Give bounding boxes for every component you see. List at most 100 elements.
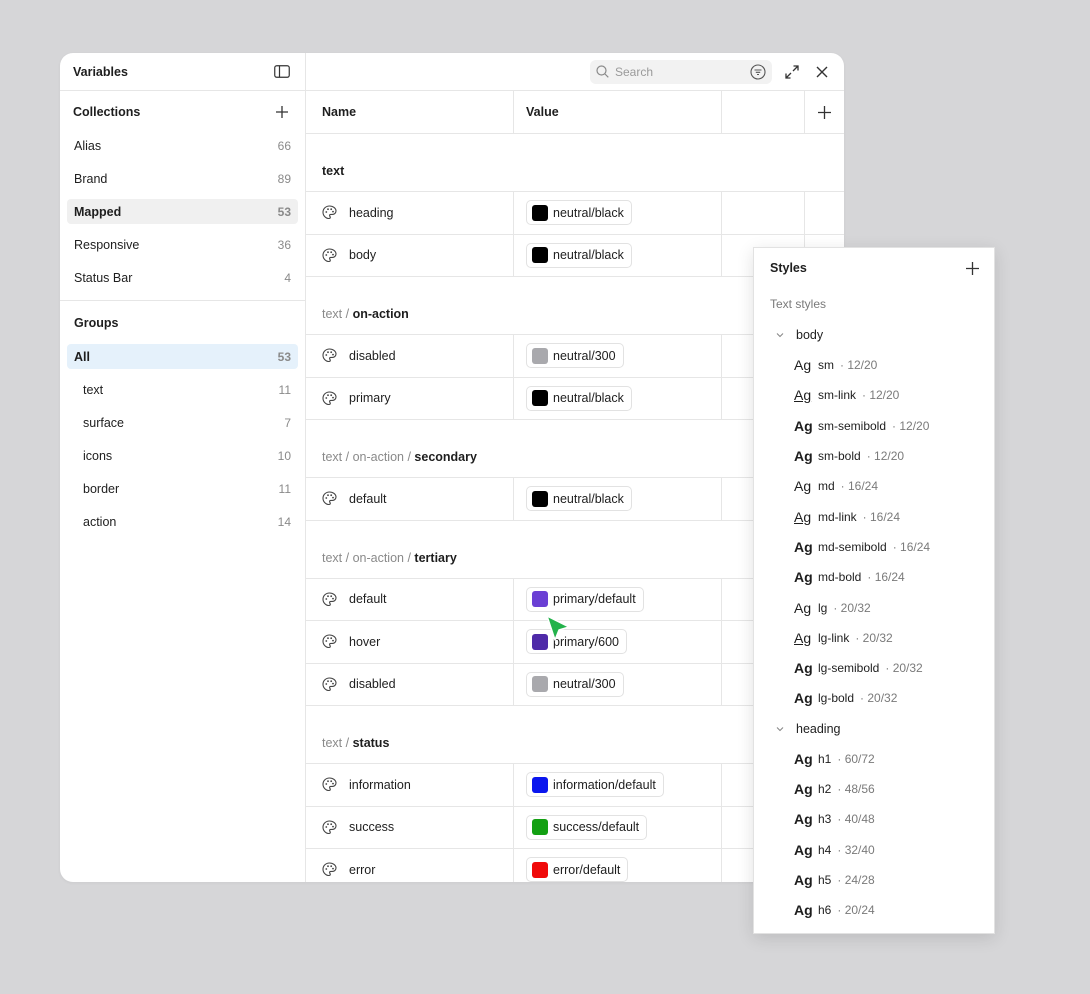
expand-icon[interactable]: [782, 62, 802, 82]
plus-icon: [818, 105, 831, 119]
text-style-preview: Ag: [794, 690, 813, 707]
variable-name-cell: primary: [306, 377, 514, 419]
palette-icon: [322, 677, 337, 692]
collection-item[interactable]: Brand 89: [67, 166, 298, 191]
text-style-item[interactable]: Ag sm-semibold · 12/20: [754, 411, 994, 441]
text-style-item[interactable]: Ag h5 · 24/28: [754, 865, 994, 895]
collection-item[interactable]: Alias 66: [67, 133, 298, 158]
group-item[interactable]: border 11: [67, 476, 298, 501]
text-style-name: sm: [818, 358, 834, 373]
group-count: 14: [277, 514, 291, 529]
variable-name: disabled: [349, 348, 396, 363]
group-item[interactable]: All 53: [67, 344, 298, 369]
variable-name: hover: [349, 634, 381, 649]
text-style-item[interactable]: Ag lg-bold · 20/32: [754, 683, 994, 713]
collection-label: Mapped: [74, 204, 122, 219]
group-name: secondary: [414, 450, 477, 464]
add-collection-icon[interactable]: [272, 102, 292, 122]
close-icon[interactable]: [812, 62, 832, 82]
group-count: 11: [278, 481, 291, 496]
value-chip[interactable]: information/default: [526, 772, 664, 798]
value-chip[interactable]: neutral/black: [526, 385, 632, 411]
value-chip[interactable]: error/default: [526, 857, 629, 882]
group-count: 53: [277, 349, 291, 364]
group-item[interactable]: surface 7: [67, 410, 298, 435]
color-swatch: [532, 591, 548, 608]
search-input[interactable]: Search: [590, 59, 772, 84]
text-style-preview: Ag: [794, 871, 813, 888]
table-row[interactable]: heading neutral/black: [306, 192, 844, 235]
color-swatch: [532, 776, 548, 793]
groups-list: All 53 text 11 surface 7 icons 10 border 11 action…: [60, 344, 305, 534]
variable-value-cell: success/default: [514, 806, 722, 848]
text-style-item[interactable]: Ag lg-semibold · 20/32: [754, 653, 994, 683]
variable-value-cell: neutral/black: [514, 377, 722, 419]
color-swatch: [532, 490, 548, 507]
variable-name-cell: default: [306, 478, 514, 520]
text-style-size: · 24/28: [837, 872, 875, 887]
variable-name: body: [349, 248, 377, 263]
value-chip[interactable]: neutral/black: [526, 486, 632, 512]
text-style-item[interactable]: Ag h2 · 48/56: [754, 774, 994, 804]
text-style-item[interactable]: Ag md-bold · 16/24: [754, 562, 994, 592]
text-style-item[interactable]: Ag sm-bold · 12/20: [754, 441, 994, 471]
variable-value-cell: neutral/300: [514, 335, 722, 377]
sidebar-header: Variables: [60, 53, 305, 91]
text-style-name: h6: [818, 903, 832, 918]
style-group-header[interactable]: body: [754, 320, 994, 350]
value-chip[interactable]: neutral/black: [526, 242, 632, 268]
styles-header: Styles: [754, 248, 994, 288]
text-style-item[interactable]: Ag md-link · 16/24: [754, 501, 994, 531]
text-style-item[interactable]: Ag h3 · 40/48: [754, 804, 994, 834]
add-column-button[interactable]: [805, 91, 844, 133]
text-style-size: · 20/32: [833, 600, 871, 615]
palette-icon: [322, 391, 337, 406]
add-style-icon[interactable]: [962, 258, 982, 278]
styles-subtitle: Text styles: [770, 297, 827, 311]
text-style-item[interactable]: Ag h4 · 32/40: [754, 834, 994, 864]
text-style-item[interactable]: Ag sm · 12/20: [754, 350, 994, 380]
text-style-item[interactable]: Ag lg-link · 20/32: [754, 623, 994, 653]
text-style-item[interactable]: Ag sm-link · 12/20: [754, 380, 994, 410]
text-style-preview: Ag: [794, 629, 812, 646]
variable-name-cell: hover: [306, 621, 514, 663]
text-style-size: · 16/24: [892, 539, 931, 554]
group-item[interactable]: icons 10: [67, 443, 298, 468]
value-chip[interactable]: success/default: [526, 814, 648, 840]
text-style-item[interactable]: Ag md · 16/24: [754, 471, 994, 501]
text-style-item[interactable]: Ag md-semibold · 16/24: [754, 532, 994, 562]
text-style-item[interactable]: Ag h6 · 20/24: [754, 895, 994, 925]
collection-item[interactable]: Mapped 53: [67, 199, 298, 224]
text-style-size: · 48/56: [837, 782, 875, 796]
filter-icon[interactable]: [750, 63, 766, 80]
group-path-separator: /: [342, 736, 353, 750]
value-chip[interactable]: neutral/black: [526, 200, 632, 226]
text-style-preview: Ag: [794, 538, 813, 555]
group-name: tertiary: [414, 550, 457, 565]
text-style-item[interactable]: Ag lg · 20/32: [754, 592, 994, 622]
value-chip[interactable]: neutral/300: [526, 343, 624, 369]
group-item[interactable]: action 14: [67, 509, 298, 534]
value-label: information/default: [553, 777, 656, 792]
variable-name: success: [349, 820, 395, 835]
group-path-separator: /: [342, 307, 353, 321]
variable-name: disabled: [349, 677, 396, 692]
value-chip[interactable]: neutral/300: [526, 671, 624, 697]
variable-name: error: [349, 862, 376, 877]
collection-item[interactable]: Responsive 36: [67, 232, 298, 257]
text-style-size: · 12/20: [866, 449, 905, 464]
text-style-size: · 32/40: [837, 842, 875, 857]
group-item[interactable]: text 11: [67, 377, 298, 402]
text-style-preview: Ag: [794, 417, 813, 434]
collection-item[interactable]: Status Bar 4: [67, 265, 298, 290]
value-label: neutral/black: [553, 248, 624, 263]
text-style-name: h4: [818, 842, 832, 857]
value-chip[interactable]: primary/600: [526, 629, 627, 655]
sidebar-toggle-icon[interactable]: [272, 62, 292, 82]
text-style-item[interactable]: Ag h1 · 60/72: [754, 744, 994, 774]
style-group-header[interactable]: heading: [754, 714, 994, 744]
text-style-size: · 16/24: [840, 479, 879, 494]
text-style-preview: Ag: [794, 660, 813, 677]
value-chip[interactable]: primary/default: [526, 586, 644, 612]
chevron-down-icon: [776, 332, 784, 338]
